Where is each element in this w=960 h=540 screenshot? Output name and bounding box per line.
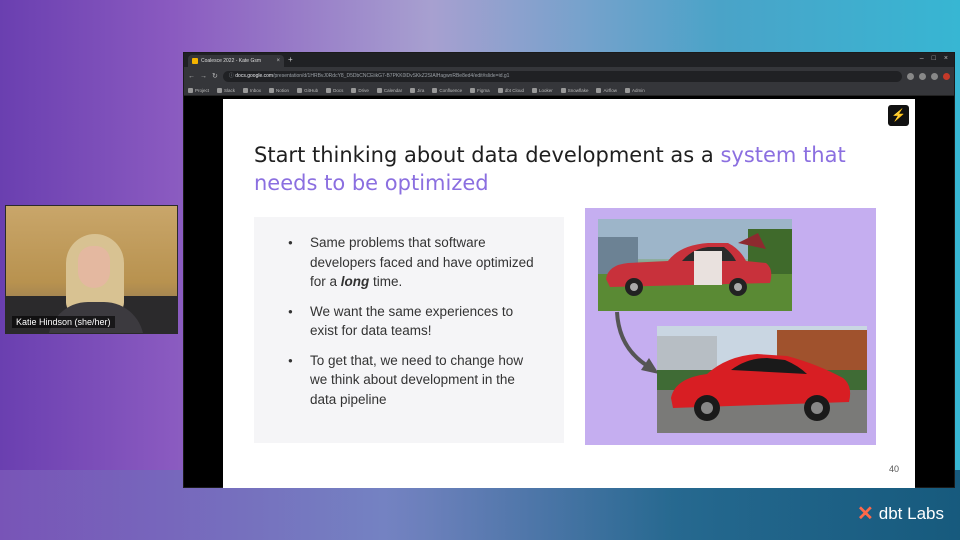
bullet-emphasis: long xyxy=(340,274,370,289)
site-info-icon[interactable]: ⓘ xyxy=(229,73,234,79)
bullet-item: Same problems that software developers f… xyxy=(288,233,542,292)
bookmark-favicon-icon xyxy=(269,87,275,93)
bookmark-item[interactable]: Slack xyxy=(217,87,236,93)
maximize-icon[interactable]: □ xyxy=(932,55,936,62)
bullet-text: time. xyxy=(369,274,403,289)
dbt-labs-wordmark: dbt Labs xyxy=(878,503,944,523)
slide-title-main: Start thinking about data development as… xyxy=(254,143,721,167)
slides-favicon-icon xyxy=(192,58,198,64)
bookmark-label: dbt Cloud xyxy=(504,87,524,93)
bookmark-item[interactable]: Airflow xyxy=(596,87,617,93)
speaker-video-tile: Katie Hindson (she/her) xyxy=(5,205,178,334)
transformation-arrow-icon xyxy=(615,311,659,374)
extension-icon[interactable] xyxy=(919,72,926,80)
bookmark-item[interactable]: Admin xyxy=(625,87,645,93)
image-panel xyxy=(585,208,876,445)
bookmark-item[interactable]: dbt Cloud xyxy=(497,87,524,93)
bookmark-item[interactable]: GitHub xyxy=(297,87,319,93)
bookmark-label: Project xyxy=(195,87,210,93)
bookmark-favicon-icon xyxy=(326,87,332,93)
bookmarks-bar: Project Slack Inbox Notion GitHub Docs Drive Ca… xyxy=(184,85,954,96)
bookmark-item[interactable]: Inbox xyxy=(243,87,262,93)
slide-title: Start thinking about data development as… xyxy=(254,141,894,197)
bullet-item: We want the same experiences to exist fo… xyxy=(288,302,542,341)
speaker-name-label: Katie Hindson (she/her) xyxy=(12,316,115,328)
extension-icon[interactable] xyxy=(907,72,914,80)
bookmark-favicon-icon xyxy=(188,87,193,93)
bolt-logo-icon: ⚡ xyxy=(888,105,909,126)
bookmark-favicon-icon xyxy=(410,87,416,93)
bookmark-label: Docs xyxy=(333,87,344,93)
bookmark-item[interactable]: Jira xyxy=(410,87,425,93)
bookmark-favicon-icon xyxy=(560,87,566,93)
bookmark-label: Calendar xyxy=(383,87,403,93)
back-icon[interactable]: ← xyxy=(188,73,195,80)
bookmark-label: Figma xyxy=(477,87,490,93)
browser-window: Coalesce 2022 - Kate Gsm × + – □ × ← → ↻… xyxy=(183,52,955,488)
slide-page-number: 40 xyxy=(888,464,899,474)
extensions-area xyxy=(907,72,950,80)
bookmark-item[interactable]: Looker xyxy=(531,87,553,93)
bullet-list-box: Same problems that software developers f… xyxy=(254,217,564,443)
bullet-item: To get that, we need to change how we th… xyxy=(288,351,542,410)
browser-tab[interactable]: Coalesce 2022 - Kate Gsm × xyxy=(188,55,284,67)
bookmark-favicon-icon xyxy=(243,87,249,93)
tab-close-icon[interactable]: × xyxy=(276,58,280,64)
dbt-labs-logo: ✕ dbt Labs xyxy=(857,501,944,526)
bookmark-item[interactable]: Drive xyxy=(351,87,369,93)
bookmark-favicon-icon xyxy=(376,87,382,93)
address-bar: ← → ↻ ⓘ docs.google.com/presentation/d/1… xyxy=(184,67,954,85)
minimize-icon[interactable]: – xyxy=(920,55,924,62)
forward-icon[interactable]: → xyxy=(200,73,207,80)
close-window-icon[interactable]: × xyxy=(944,55,948,62)
dbt-mark-icon: ✕ xyxy=(857,503,874,525)
reload-icon[interactable]: ↻ xyxy=(212,72,218,80)
bookmark-item[interactable]: Figma xyxy=(470,87,490,93)
bookmark-label: Snowflake xyxy=(567,87,589,93)
url-path: /presentation/d/1HRBvJ0RdcY8_D5DbCNCEiik… xyxy=(273,72,510,79)
sports-car-photo xyxy=(657,326,867,433)
bookmark-item[interactable]: Confluence xyxy=(432,87,463,93)
bookmark-favicon-icon xyxy=(470,87,476,93)
bookmark-favicon-icon xyxy=(596,87,602,93)
bookmark-favicon-icon xyxy=(531,87,537,93)
bookmark-favicon-icon xyxy=(625,87,630,93)
bookmark-label: Admin xyxy=(632,87,645,93)
bookmark-favicon-icon xyxy=(432,87,438,93)
tab-title: Coalesce 2022 - Kate Gsm xyxy=(201,58,262,64)
new-tab-button[interactable]: + xyxy=(288,55,293,64)
bookmark-favicon-icon xyxy=(497,87,503,93)
bookmark-favicon-icon xyxy=(351,87,357,93)
bookmark-label: Notion xyxy=(276,87,290,93)
bookmark-label: Looker xyxy=(538,87,553,93)
bookmark-label: Drive xyxy=(358,87,369,93)
bookmark-item[interactable]: Snowflake xyxy=(560,87,589,93)
bookmark-label: Jira xyxy=(417,87,425,93)
bookmark-label: Slack xyxy=(224,87,236,93)
extension-icon[interactable] xyxy=(931,72,938,80)
url-host: docs.google.com xyxy=(235,72,274,79)
tab-bar: Coalesce 2022 - Kate Gsm × + – □ × xyxy=(184,53,954,67)
speaker-face xyxy=(78,246,110,288)
bookmark-label: GitHub xyxy=(304,87,319,93)
bookmark-item[interactable]: Notion xyxy=(269,87,290,93)
bookmark-favicon-icon xyxy=(297,87,303,93)
old-car-photo xyxy=(598,219,792,311)
presentation-slide: ⚡ Start thinking about data development … xyxy=(223,99,915,488)
bookmark-label: Inbox xyxy=(250,87,262,93)
bookmark-label: Confluence xyxy=(439,87,463,93)
bookmark-item[interactable]: Docs xyxy=(326,87,344,93)
bookmark-item[interactable]: Project xyxy=(188,87,210,93)
bookmark-label: Airflow xyxy=(603,87,617,93)
bookmark-item[interactable]: Calendar xyxy=(376,87,403,93)
profile-avatar-icon[interactable] xyxy=(943,72,950,80)
url-field[interactable]: ⓘ docs.google.com/presentation/d/1HRBvJ0… xyxy=(222,70,902,82)
bookmark-favicon-icon xyxy=(217,87,223,93)
window-controls: – □ × xyxy=(920,55,948,62)
